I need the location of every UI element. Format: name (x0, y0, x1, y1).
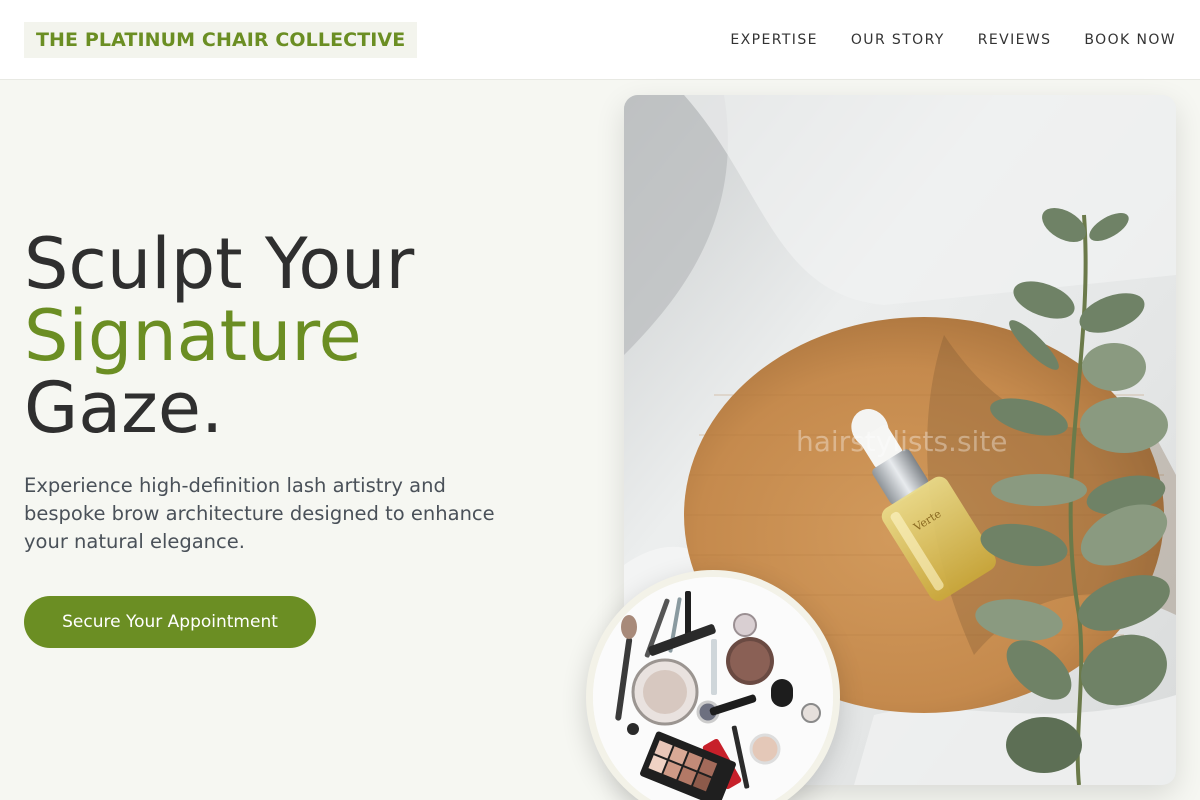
nav-reviews[interactable]: REVIEWS (978, 32, 1052, 48)
site-header: THE PLATINUM CHAIR COLLECTIVE EXPERTISE … (0, 0, 1200, 80)
hero-title-line3: Gaze. (24, 367, 224, 449)
hero-title: Sculpt Your Signature Gaze. (24, 228, 414, 444)
makeup-illustration (593, 577, 833, 800)
hero-title-line1: Sculpt Your (24, 223, 415, 305)
nav-expertise[interactable]: EXPERTISE (730, 32, 817, 48)
hero-title-accent: Signature (24, 295, 362, 377)
secure-appointment-button[interactable]: Secure Your Appointment (24, 596, 316, 648)
nav-book-now[interactable]: BOOK NOW (1084, 32, 1176, 48)
hero-subtitle: Experience high-definition lash artistry… (24, 474, 495, 553)
brand-logo[interactable]: THE PLATINUM CHAIR COLLECTIVE (24, 22, 418, 58)
nav-our-story[interactable]: OUR STORY (851, 32, 945, 48)
main-nav: EXPERTISE OUR STORY REVIEWS BOOK NOW (730, 0, 1176, 80)
